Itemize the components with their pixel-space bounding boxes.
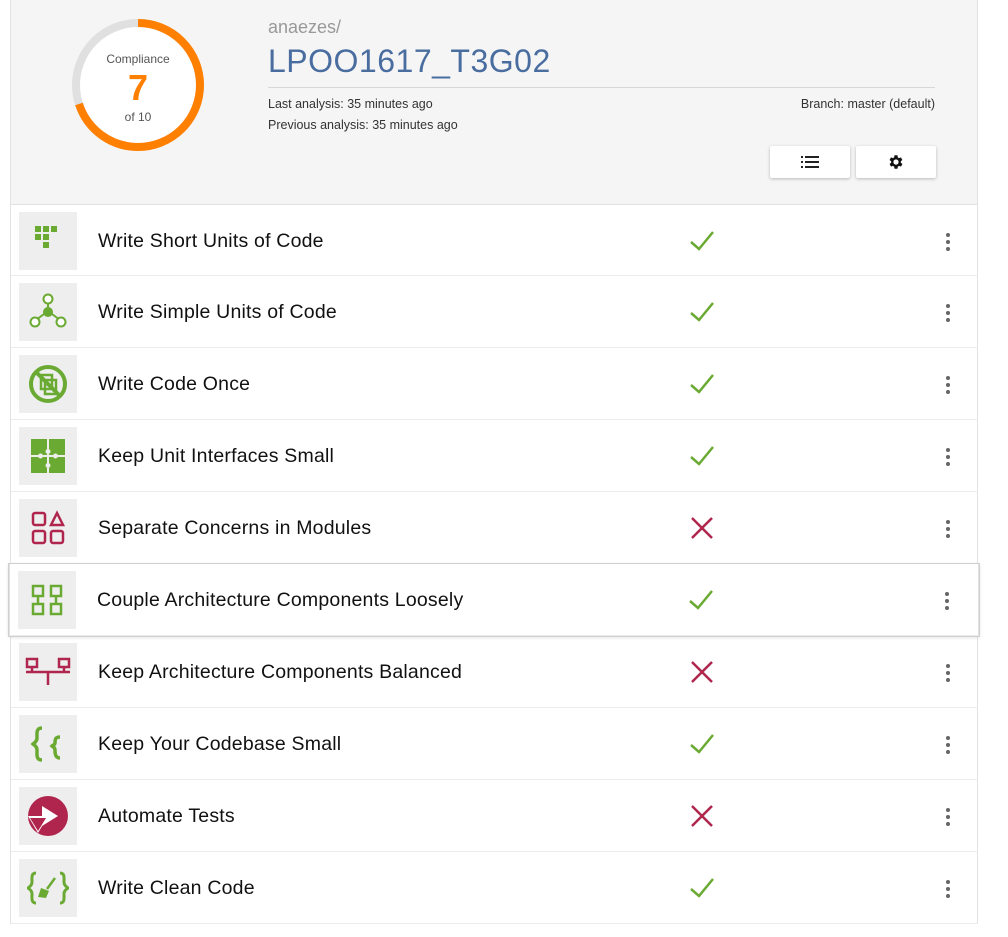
guideline-label: Couple Architecture Components Loosely [97,589,464,611]
compliance-score: 7 [127,67,149,108]
guideline-label: Keep Architecture Components Balanced [98,661,463,683]
guideline-label: Write Short Units of Code [98,230,324,252]
play-test-icon [19,787,77,845]
header-divider [268,87,935,88]
check-icon [689,372,715,396]
more-options-icon[interactable] [941,518,955,540]
no-duplication-icon [19,355,77,413]
guideline-row[interactable]: Keep Unit Interfaces Small [10,420,978,492]
guideline-row[interactable]: Automate Tests [10,780,978,852]
more-options-icon[interactable] [941,806,955,828]
more-options-icon[interactable] [941,446,955,468]
guideline-label: Keep Your Codebase Small [98,733,342,755]
check-icon [689,229,715,253]
last-analysis: Last analysis: 35 minutes ago [268,97,433,111]
compliance-caption: Compliance [106,52,170,66]
components-icon [18,571,76,629]
guideline-label: Write Simple Units of Code [98,301,337,323]
puzzle-icon [19,427,77,485]
guidelines-list: Write Short Units of Code Write Simple U… [9,204,979,924]
settings-button[interactable] [856,146,936,178]
list-icon [801,156,819,168]
guideline-row[interactable]: Write Short Units of Code [10,204,978,276]
short-units-icon [19,212,77,270]
compliance-max: of 10 [124,110,152,124]
guideline-row[interactable]: Write Simple Units of Code [10,276,978,348]
guideline-label: Automate Tests [98,805,235,827]
check-icon [689,876,715,900]
check-icon [689,732,715,756]
repository-name[interactable]: LPOO1617_T3G02 [268,43,551,80]
compliance-ring: Compliance 7 of 10 [69,16,207,154]
list-view-button[interactable] [770,146,850,178]
guideline-label: Write Clean Code [98,877,255,899]
more-options-icon[interactable] [940,590,954,612]
guideline-row[interactable]: Write Code Once [10,348,978,420]
guideline-row[interactable]: Write Clean Code [10,852,978,924]
cross-icon [689,804,715,828]
guideline-label: Keep Unit Interfaces Small [98,445,335,467]
check-icon [688,588,714,612]
check-icon [689,444,715,468]
clean-code-icon [19,859,77,917]
check-icon [689,300,715,324]
balance-icon [19,643,77,701]
guideline-row[interactable]: Couple Architecture Components Loosely [9,564,979,636]
guideline-label: Separate Concerns in Modules [98,517,372,539]
guideline-row[interactable]: Keep Architecture Components Balanced [10,636,978,708]
modules-icon [19,499,77,557]
cross-icon [689,516,715,540]
simple-units-icon [19,283,77,341]
braces-icon [19,715,77,773]
guideline-row[interactable]: Keep Your Codebase Small [10,708,978,780]
more-options-icon[interactable] [941,878,955,900]
guideline-label: Write Code Once [98,373,251,395]
more-options-icon[interactable] [941,302,955,324]
more-options-icon[interactable] [941,662,955,684]
guideline-row[interactable]: Separate Concerns in Modules [10,492,978,564]
repository-owner[interactable]: anaezes/ [268,17,341,38]
more-options-icon[interactable] [941,231,955,253]
previous-analysis: Previous analysis: 35 minutes ago [268,118,458,132]
more-options-icon[interactable] [941,374,955,396]
cross-icon [689,660,715,684]
gear-icon [889,155,903,169]
branch-label[interactable]: Branch: master (default) [801,97,935,111]
repository-header: Compliance 7 of 10 anaezes/ LPOO1617_T3G… [10,0,978,204]
more-options-icon[interactable] [941,734,955,756]
